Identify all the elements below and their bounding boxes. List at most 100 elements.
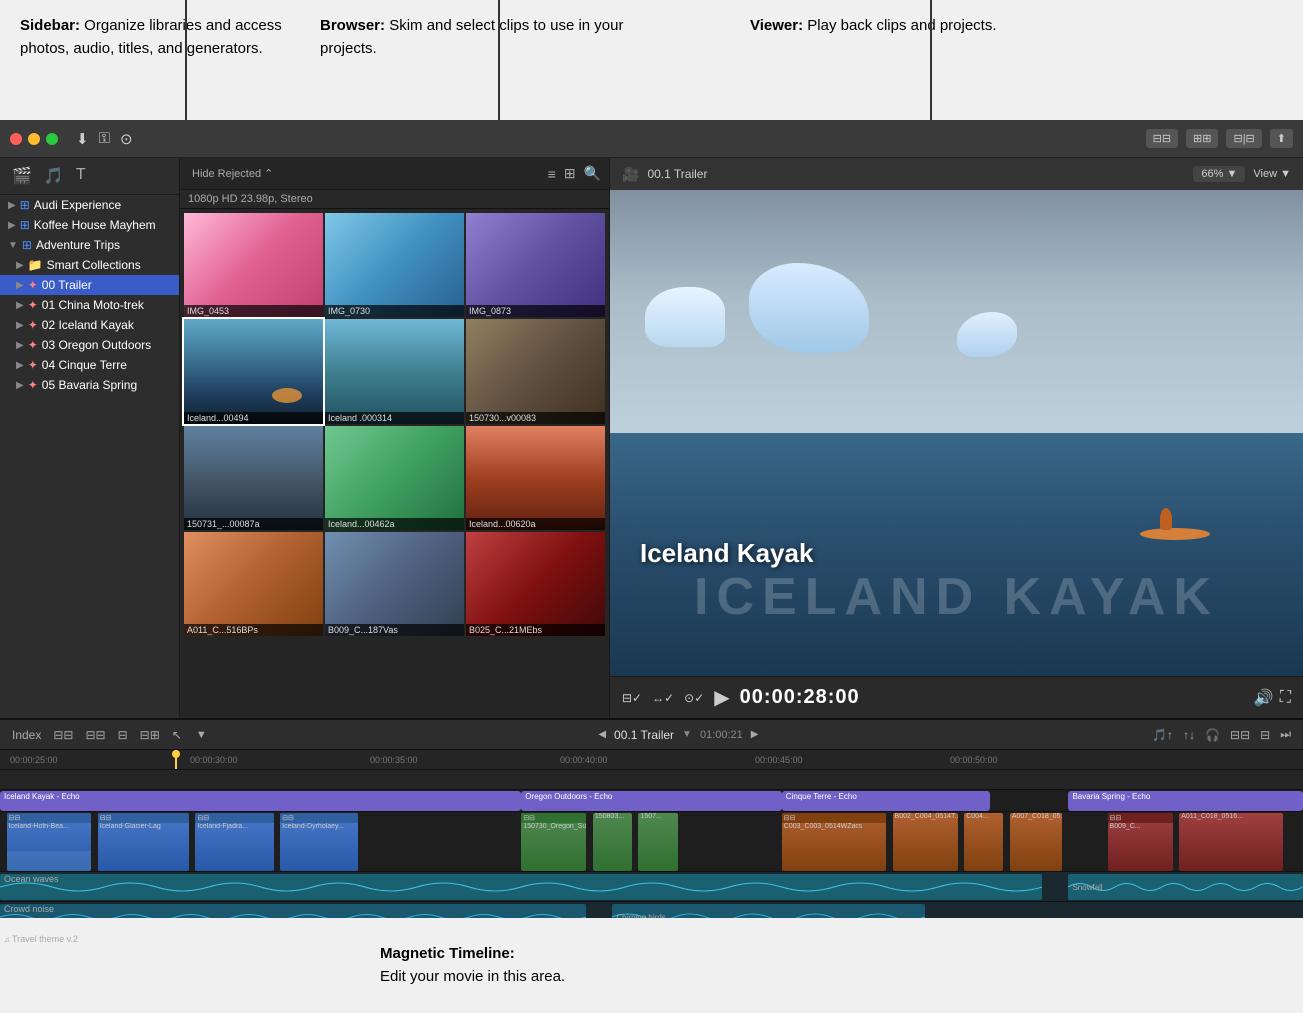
audio-levels-btn[interactable]: ↑↓ [1181, 726, 1197, 744]
expand-arrow: ▶ [16, 280, 24, 291]
hide-rejected-button[interactable]: Hide Rejected ⌃ [188, 165, 277, 182]
index-button[interactable]: Index [10, 726, 43, 744]
clip-icons-3[interactable]: ⊟ [116, 726, 130, 744]
transform-icon[interactable]: ↔✓ [652, 691, 674, 705]
fullscreen-icon[interactable]: ⛶ [1280, 688, 1291, 708]
oregon-echo-clip[interactable]: Oregon Outdoors - Echo [521, 791, 782, 811]
layout-btn[interactable]: ⊞⊞ [1186, 129, 1218, 148]
sidebar-item-02-iceland[interactable]: ▶ ✦ 02 Iceland Kayak [0, 315, 179, 335]
folder-icon: 📁 [28, 258, 43, 272]
clip-iceland-hofn[interactable]: ⊟⊟ Iceland-Hofn-Bea... [7, 813, 92, 871]
close-button[interactable] [10, 133, 22, 145]
cursor-btn[interactable]: ↖ [170, 726, 184, 744]
sidebar-item-05-bavaria[interactable]: ▶ ✦ 05 Bavaria Spring [0, 375, 179, 395]
share-btn[interactable]: ⬆ [1270, 129, 1293, 148]
ocean-waves-clip[interactable] [0, 874, 1042, 900]
clip-iceland-glacier[interactable]: ⊟⊟ Iceland-Glacier-Lag [98, 813, 189, 871]
search-btn[interactable]: 🔍 [584, 165, 601, 182]
clip-thumb-iceland000314[interactable]: Iceland .000314 [325, 319, 464, 423]
play-button[interactable]: ▶ [714, 685, 729, 710]
split-btn[interactable]: ⊟|⊟ [1226, 129, 1261, 148]
sidebar-item-01-china[interactable]: ▶ ✦ 01 China Moto-trek [0, 295, 179, 315]
viewer-annotation-label: Viewer: [750, 17, 803, 34]
sidebar-icon-bar: 🎬 🎵 T [0, 158, 179, 195]
clip-thumb-b009[interactable]: B009_C...187Vas [325, 532, 464, 636]
check-icon[interactable]: ⊙ [120, 130, 133, 148]
skip-end-btn[interactable]: ⏭ [1278, 725, 1293, 744]
app-container: ⬇ ⚿ ⊙ ⊟⊟ ⊞⊞ ⊟|⊟ ⬆ 🎬 🎵 T ▶ ⊞ Audi Experie… [0, 120, 1303, 1013]
sidebar-item-04-cinque[interactable]: ▶ ✦ 04 Cinque Terre [0, 355, 179, 375]
index-label: Index [12, 728, 41, 742]
clip-oregon-1[interactable]: ⊟⊟ 150730_Oregon_Sur... [521, 813, 586, 871]
clip-c003[interactable]: ⊟⊟ C003_C003_0514WZacs [782, 813, 886, 871]
clip-thumb-img0730[interactable]: IMG_0730 [325, 213, 464, 317]
sidebar-item-label: Koffee House Mayhem [34, 218, 156, 232]
annotation-area: Sidebar: Organize libraries and access p… [0, 0, 1303, 120]
clip-appear-btn[interactable]: ⊟⊟ [1228, 726, 1252, 744]
clip-thumb-a011[interactable]: A011_C...516BPs [184, 532, 323, 636]
sidebar-item-00-trailer[interactable]: ▶ ✦ 00 Trailer [0, 275, 179, 295]
sidebar-item-adventure[interactable]: ▼ ⊞ Adventure Trips [0, 235, 179, 255]
minimize-button[interactable] [28, 133, 40, 145]
libraries-icon[interactable]: 🎬 [12, 166, 32, 186]
sidebar-item-label: 05 Bavaria Spring [42, 378, 137, 392]
clip-oregon-2[interactable]: 150803... [593, 813, 632, 871]
sidebar-item-03-oregon[interactable]: ▶ ✦ 03 Oregon Outdoors [0, 335, 179, 355]
view-button[interactable]: View ▼ [1253, 168, 1291, 180]
clip-thumb-img0453[interactable]: IMG_0453 [184, 213, 323, 317]
cinque-echo-clip[interactable]: Cinque Terre - Echo [782, 791, 990, 811]
correction-icon[interactable]: ⊙✓ [684, 691, 704, 705]
clip-thumb-00462a[interactable]: Iceland...00462a [325, 426, 464, 530]
in-out-icon[interactable]: ⊟✓ [622, 691, 642, 705]
ruler-tick-4: 00:00:45:00 [755, 755, 803, 765]
viewer-toolbar-right: 66% ▼ View ▼ [1193, 166, 1291, 182]
project-icon: ✦ [28, 318, 38, 332]
echo-track: A005 [0, 770, 1303, 790]
sidebar-annotation-label: Sidebar: [20, 17, 80, 34]
titles-icon[interactable]: T [76, 166, 86, 186]
maximize-button[interactable] [46, 133, 58, 145]
clip-thumb-b025[interactable]: B025_C...21MEbs [466, 532, 605, 636]
iceland-echo-clip[interactable]: Iceland Kayak - Echo [0, 791, 521, 811]
clip-thumb-00620a[interactable]: Iceland...00620a [466, 426, 605, 530]
timeline-view-btn[interactable]: ⊟ [1258, 726, 1272, 744]
library-icon: ⊞ [20, 218, 30, 232]
audio-icon[interactable]: 🔊 [1254, 688, 1274, 708]
clip-icons-4[interactable]: ⊟⊞ [138, 726, 162, 744]
clip-iceland-fjadra[interactable]: ⊟⊟ Iceland-Fjadra... [195, 813, 273, 871]
ruler-tick-0: 00:00:25:00 [10, 755, 58, 765]
playhead[interactable] [175, 750, 177, 770]
clip-a011[interactable]: A011_C018_0516... [1179, 813, 1283, 871]
headphones-btn[interactable]: 🎧 [1203, 726, 1222, 744]
photos-audio-icon[interactable]: 🎵 [44, 166, 64, 186]
import-icon[interactable]: ⬇ [76, 130, 89, 148]
bavaria-echo-clip[interactable]: Bavaria Spring - Echo [1068, 791, 1303, 811]
viewer-controls: ⊟✓ ↔✓ ⊙✓ ▶ 00:00:28:00 🔊 ⛶ [610, 676, 1303, 718]
sidebar-item-audi[interactable]: ▶ ⊞ Audi Experience [0, 195, 179, 215]
clip-c004[interactable]: C004... [964, 813, 1003, 871]
clip-b002[interactable]: B002_C004_0514T... [893, 813, 958, 871]
zoom-button[interactable]: 66% ▼ [1193, 166, 1245, 182]
clip-thumb-v00083[interactable]: 150730...v00083 [466, 319, 605, 423]
audio-waveform-btn[interactable]: 🎵↑ [1150, 726, 1175, 744]
clip-label: IMG_0453 [184, 305, 323, 317]
clip-thumb-00087a[interactable]: 150731_...00087a [184, 426, 323, 530]
clip-icons-2[interactable]: ⊟⊟ [83, 726, 107, 744]
clip-iceland-dyrholaey[interactable]: ⊟⊟ Iceland-Dyrholaey... [280, 813, 358, 871]
sidebar-item-smart-collections[interactable]: ▶ 📁 Smart Collections [0, 255, 179, 275]
viewer-ctrl-icons: 🔊 ⛶ [1254, 688, 1291, 708]
sidebar-item-koffee[interactable]: ▶ ⊞ Koffee House Mayhem [0, 215, 179, 235]
display-btn[interactable]: ⊟⊟ [1146, 129, 1178, 148]
clip-b009[interactable]: ⊟⊟ B009_C... [1108, 813, 1173, 871]
list-view-btn[interactable]: ≡ [548, 166, 556, 182]
key-icon[interactable]: ⚿ [99, 130, 110, 148]
clip-oregon-3[interactable]: 1507... [638, 813, 677, 871]
travel-theme-label: ♫ Travel theme v.2 [0, 934, 82, 944]
grid-view-btn[interactable]: ⊞ [564, 165, 576, 182]
snowfall-clip[interactable]: Snowfall [1068, 874, 1303, 900]
expand-arrow: ▶ [16, 360, 24, 371]
clip-thumb-img0873[interactable]: IMG_0873 [466, 213, 605, 317]
clip-a007[interactable]: A007_C018_051... [1010, 813, 1062, 871]
clip-icons-1[interactable]: ⊟⊟ [51, 726, 75, 744]
clip-thumb-iceland0494[interactable]: Iceland...00494 [184, 319, 323, 423]
